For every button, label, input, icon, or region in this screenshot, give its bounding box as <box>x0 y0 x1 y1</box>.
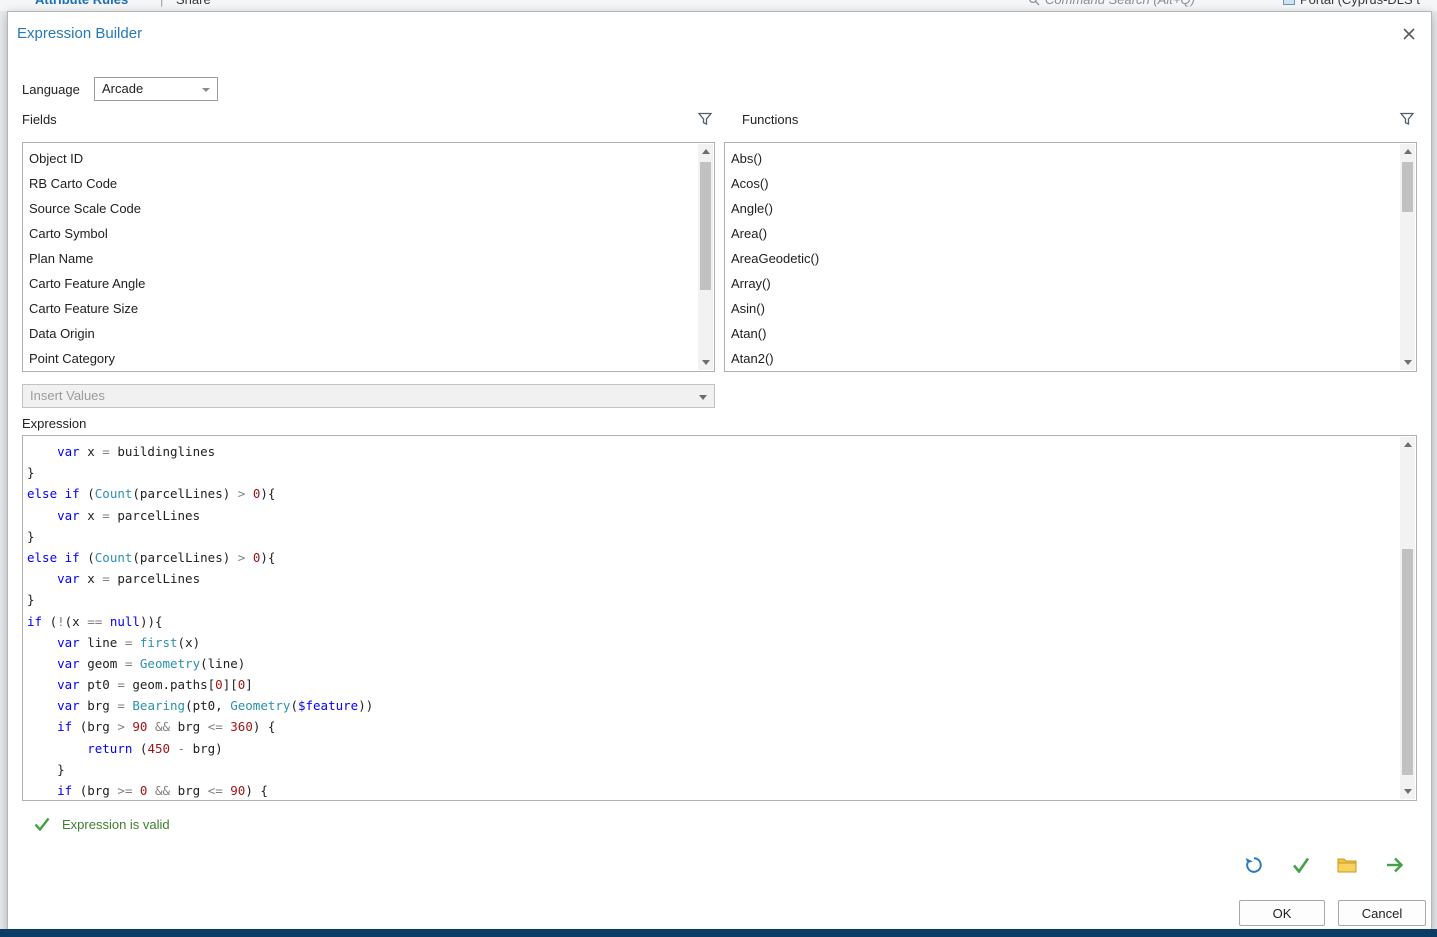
validate-button[interactable] <box>1289 853 1313 877</box>
expression-editor[interactable]: var x = buildinglines} else if (Count(par… <box>22 435 1417 801</box>
code-area[interactable]: var x = buildinglines} else if (Count(par… <box>23 436 1399 800</box>
field-item[interactable]: Plan Name <box>23 246 697 271</box>
code-line: } <box>27 528 35 544</box>
code-line: var x = buildinglines <box>57 444 216 459</box>
code-line: else if (Count(parcelLines) > 0){ <box>27 486 276 502</box>
portal-label: Portal (Cyprus-DLS t <box>1300 0 1420 7</box>
function-item[interactable]: Atan() <box>725 321 1399 346</box>
portal-status[interactable]: Portal (Cyprus-DLS t <box>1283 0 1420 7</box>
command-search[interactable]: Command Search (Alt+Q) <box>1028 0 1195 7</box>
scroll-up-button[interactable] <box>1400 437 1415 452</box>
scroll-up-button[interactable] <box>698 144 713 159</box>
cancel-button[interactable]: Cancel <box>1338 900 1426 926</box>
expression-label: Expression <box>22 416 87 431</box>
field-item[interactable]: Source Scale Code <box>23 196 697 221</box>
function-item[interactable]: Asin() <box>725 296 1399 321</box>
functions-scrollbar[interactable] <box>1400 144 1415 370</box>
code-line: } <box>27 592 35 608</box>
open-file-button[interactable] <box>1335 853 1359 877</box>
code-line: else if (Count(parcelLines) > 0){ <box>27 549 276 565</box>
arrow-right-icon <box>1387 857 1404 873</box>
language-value: Arcade <box>102 81 144 96</box>
code-line: } <box>27 761 65 777</box>
field-item[interactable]: Object ID <box>23 146 697 171</box>
insert-values-placeholder: Insert Values <box>30 388 105 403</box>
field-item[interactable]: Point Category <box>23 346 697 371</box>
code-line: return (450 - brg) <box>87 740 223 756</box>
code-line: var brg = Bearing(pt0, Geometry($feature… <box>57 698 374 714</box>
expression-builder-dialog: Expression Builder Language Arcade Field… <box>7 11 1432 931</box>
code-line: var x = parcelLines <box>57 507 201 523</box>
scroll-down-button[interactable] <box>698 355 713 370</box>
folder-icon <box>1337 858 1357 873</box>
functions-list: Abs() Acos() Angle() Area() AreaGeodetic() Ar… <box>724 142 1417 372</box>
triangle-up-icon <box>701 149 710 154</box>
function-item[interactable]: Angle() <box>725 196 1399 221</box>
dialog-title: Expression Builder <box>17 25 143 42</box>
scroll-thumb[interactable] <box>1402 549 1413 775</box>
validation-message: Expression is valid <box>62 816 170 832</box>
ok-button[interactable]: OK <box>1239 900 1325 926</box>
functions-filter-icon[interactable] <box>1399 111 1415 127</box>
validation-status: Expression is valid <box>34 815 170 833</box>
app-window: Attribute Rules | Share Command Search (… <box>0 0 1437 937</box>
command-search-placeholder: Command Search (Alt+Q) <box>1045 0 1195 7</box>
export-button[interactable] <box>1383 853 1407 877</box>
portal-icon <box>1283 0 1295 5</box>
code-line: if (brg > 90 && brg <= 360) { <box>57 719 276 735</box>
triangle-up-icon <box>1403 442 1412 447</box>
editor-scrollbar[interactable] <box>1400 437 1415 799</box>
tab-attribute-rules[interactable]: Attribute Rules <box>35 0 128 7</box>
function-item[interactable]: Atan2() <box>725 346 1399 371</box>
search-icon <box>1029 0 1040 6</box>
code-line: if (brg >= 0 && brg <= 90) { <box>57 783 268 798</box>
scroll-thumb[interactable] <box>700 162 711 290</box>
language-dropdown[interactable]: Arcade <box>94 77 218 101</box>
code-line: var geom = Geometry(line) <box>57 655 246 671</box>
status-bar <box>0 929 1437 937</box>
code-line: if (!(x == null)){ <box>27 613 163 629</box>
triangle-down-icon <box>701 360 710 365</box>
code-line: var line = first(x) <box>57 634 201 650</box>
fields-filter-icon[interactable] <box>697 111 713 127</box>
insert-values-dropdown[interactable]: Insert Values <box>22 384 715 408</box>
field-item[interactable]: Carto Feature Size <box>23 296 697 321</box>
code-line: } <box>27 465 35 481</box>
language-label: Language <box>22 82 80 97</box>
scroll-down-button[interactable] <box>1400 355 1415 370</box>
function-item[interactable]: Acos() <box>725 171 1399 196</box>
chevron-down-icon <box>202 88 210 92</box>
function-item[interactable]: Area() <box>725 221 1399 246</box>
chevron-down-icon <box>699 395 707 400</box>
tab-share[interactable]: Share <box>176 0 211 7</box>
tab-separator: | <box>160 0 163 7</box>
field-item[interactable]: RB Carto Code <box>23 171 697 196</box>
scroll-down-button[interactable] <box>1400 784 1415 799</box>
field-item[interactable]: Data Origin <box>23 321 697 346</box>
scroll-up-button[interactable] <box>1400 144 1415 159</box>
triangle-down-icon <box>1403 360 1412 365</box>
field-item[interactable]: Carto Symbol <box>23 221 697 246</box>
reset-button[interactable] <box>1242 853 1266 877</box>
field-item[interactable]: Carto Feature Angle <box>23 271 697 296</box>
triangle-up-icon <box>1403 149 1412 154</box>
triangle-down-icon <box>1403 789 1412 794</box>
check-icon <box>1293 857 1310 873</box>
code-line: var x = parcelLines <box>57 571 201 587</box>
scroll-thumb[interactable] <box>1402 162 1413 212</box>
fields-label: Fields <box>22 112 57 127</box>
ribbon-bar: Attribute Rules | Share Command Search (… <box>0 0 1437 11</box>
functions-label: Functions <box>742 112 799 127</box>
fields-list: Object ID RB Carto Code Source Scale Code C… <box>22 142 715 372</box>
function-item[interactable]: Abs() <box>725 146 1399 171</box>
function-item[interactable]: AreaGeodetic() <box>725 246 1399 271</box>
close-icon[interactable] <box>1400 25 1418 43</box>
code-line: var pt0 = geom.paths[0][0] <box>57 677 253 693</box>
undo-icon <box>1245 857 1262 873</box>
valid-check-icon <box>34 817 50 831</box>
fields-scrollbar[interactable] <box>698 144 713 370</box>
function-item[interactable]: Array() <box>725 271 1399 296</box>
